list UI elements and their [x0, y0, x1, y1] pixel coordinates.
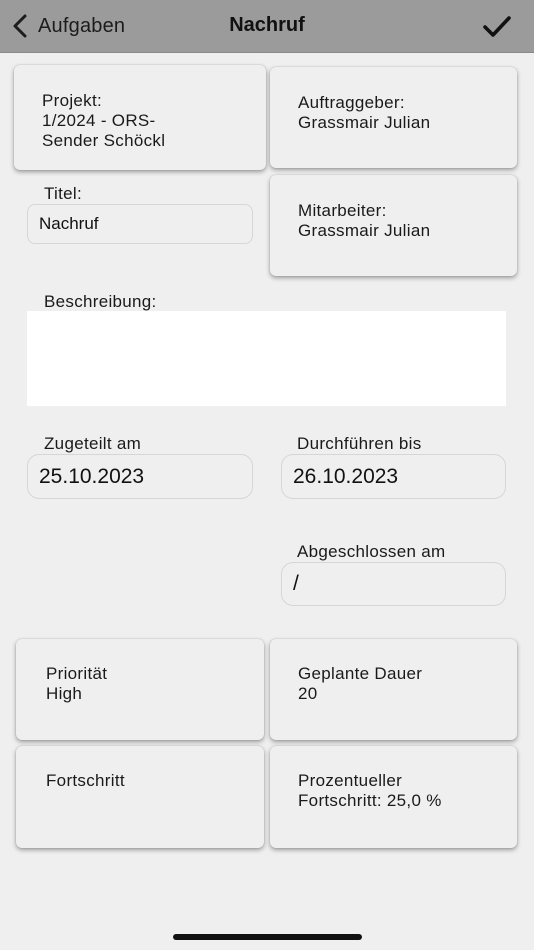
home-indicator[interactable] [173, 934, 362, 940]
due-date-label: Durchführen bis [297, 434, 422, 453]
priority-value: High [46, 684, 83, 703]
description-label: Beschreibung: [44, 292, 157, 311]
assigned-date-label: Zugeteilt am [44, 434, 142, 453]
employee-label: Mitarbeiter: [298, 201, 387, 220]
project-card[interactable]: Projekt: 1/2024 - ORS- Sender Schöckl [14, 65, 266, 170]
completed-date-field[interactable]: / [281, 562, 506, 606]
completed-date-label: Abgeschlossen am [297, 542, 446, 561]
employee-card[interactable]: Mitarbeiter: Grassmair Julian [270, 175, 517, 276]
client-label: Auftraggeber: [298, 93, 405, 112]
client-value: Grassmair Julian [298, 113, 431, 132]
priority-label: Priorität [46, 664, 108, 683]
assigned-date-field[interactable]: 25.10.2023 [27, 454, 253, 499]
page-title: Nachruf [229, 14, 305, 36]
title-input[interactable]: Nachruf [27, 204, 253, 244]
project-value-line2: Sender Schöckl [42, 131, 166, 150]
title-label: Titel: [44, 184, 83, 203]
percent-progress-value: Fortschritt: 25,0 % [298, 791, 442, 810]
planned-duration-value: 20 [298, 684, 318, 703]
priority-card[interactable]: Priorität High [16, 639, 264, 740]
assigned-date-value: 25.10.2023 [39, 464, 145, 488]
percent-progress-card[interactable]: Prozentueller Fortschritt: 25,0 % [270, 746, 517, 848]
client-card[interactable]: Auftraggeber: Grassmair Julian [270, 67, 517, 168]
planned-duration-card[interactable]: Geplante Dauer 20 [270, 639, 517, 740]
percent-progress-label: Prozentueller [298, 771, 403, 790]
completed-date-value: / [293, 572, 299, 595]
project-value-line1: 1/2024 - ORS- [42, 111, 156, 130]
due-date-value: 26.10.2023 [293, 464, 399, 488]
employee-value: Grassmair Julian [298, 221, 431, 240]
title-input-value: Nachruf [39, 214, 99, 233]
description-textarea[interactable] [27, 311, 506, 406]
done-button[interactable] [482, 14, 512, 40]
checkmark-icon [483, 16, 511, 37]
due-date-field[interactable]: 26.10.2023 [281, 454, 506, 499]
progress-label: Fortschritt [46, 771, 125, 790]
navigation-bar: Aufgaben Nachruf [0, 0, 534, 53]
project-label: Projekt: [42, 91, 103, 110]
progress-card[interactable]: Fortschritt [16, 746, 264, 848]
planned-duration-label: Geplante Dauer [298, 664, 423, 683]
